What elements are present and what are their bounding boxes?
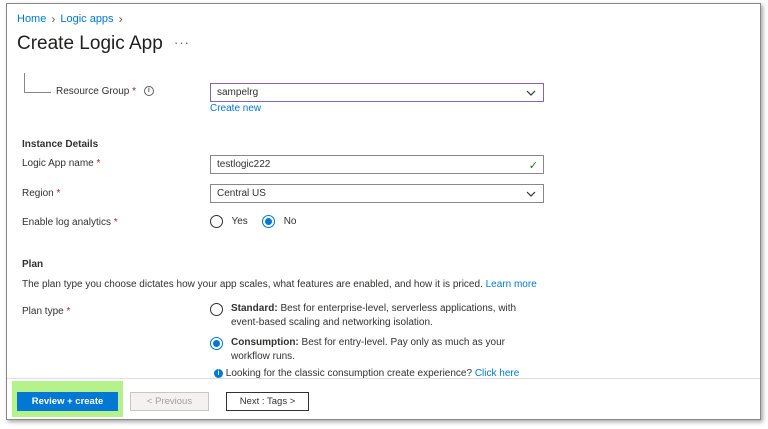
required-marker: * (113, 217, 118, 228)
log-analytics-label: Enable log analytics * (22, 217, 118, 228)
resource-group-value: sampelrg (217, 87, 259, 98)
region-dropdown[interactable]: Central US (210, 184, 544, 203)
breadcrumb-home-link[interactable]: Home (17, 13, 46, 25)
next-tags-button[interactable]: Next : Tags > (226, 392, 309, 411)
tree-connector (24, 73, 25, 92)
previous-button[interactable]: < Previous (130, 392, 209, 411)
logic-app-name-input[interactable]: testlogic222 ✓ (210, 155, 544, 174)
info-icon: i (214, 368, 223, 378)
resource-group-label: Resource Group * i (56, 86, 154, 97)
required-marker: * (66, 306, 71, 317)
required-marker: * (132, 86, 137, 97)
region-value: Central US (217, 188, 266, 199)
log-analytics-no-radio[interactable] (262, 215, 276, 229)
plan-standard-radio[interactable] (210, 303, 223, 316)
log-analytics-yes-radio[interactable] (210, 215, 223, 229)
breadcrumb-logic-apps-link[interactable]: Logic apps (60, 13, 113, 25)
breadcrumb: Home › Logic apps › (17, 12, 123, 26)
chevron-right-icon: › (118, 12, 123, 26)
create-logic-app-blade: Home › Logic apps › Create Logic App ···… (6, 3, 761, 420)
learn-more-link[interactable]: Learn more (486, 279, 537, 290)
required-marker: * (56, 188, 61, 199)
more-options-icon[interactable]: ··· (174, 35, 190, 50)
plan-heading: Plan (22, 259, 44, 270)
plan-consumption-radio[interactable] (210, 337, 223, 350)
plan-description: The plan type you choose dictates how yo… (22, 279, 537, 290)
page-title: Create Logic App (17, 33, 163, 54)
info-icon[interactable]: i (143, 86, 154, 97)
plan-standard-text: Standard: Best for enterprise-level, ser… (231, 303, 517, 328)
region-label: Region * (22, 188, 61, 199)
checkmark-icon: ✓ (528, 160, 538, 172)
plan-consumption-text: Consumption: Best for entry-level. Pay o… (231, 337, 505, 362)
review-create-button[interactable]: Review + create (17, 392, 118, 411)
logic-app-name-label: Logic App name * (22, 158, 101, 169)
chevron-down-icon (526, 191, 536, 197)
chevron-right-icon: › (51, 12, 56, 26)
resource-group-dropdown[interactable]: sampelrg (210, 83, 544, 102)
instance-details-heading: Instance Details (22, 139, 99, 150)
required-marker: * (96, 158, 101, 169)
tree-connector (24, 92, 51, 93)
create-new-link[interactable]: Create new (210, 103, 261, 114)
logic-app-name-value: testlogic222 (217, 159, 271, 170)
chevron-down-icon (526, 90, 536, 96)
log-analytics-radio-group: Yes No (210, 213, 296, 231)
plan-type-label: Plan type * (22, 306, 71, 317)
log-analytics-no-label: No (283, 216, 297, 228)
log-analytics-yes-label: Yes (231, 216, 248, 228)
